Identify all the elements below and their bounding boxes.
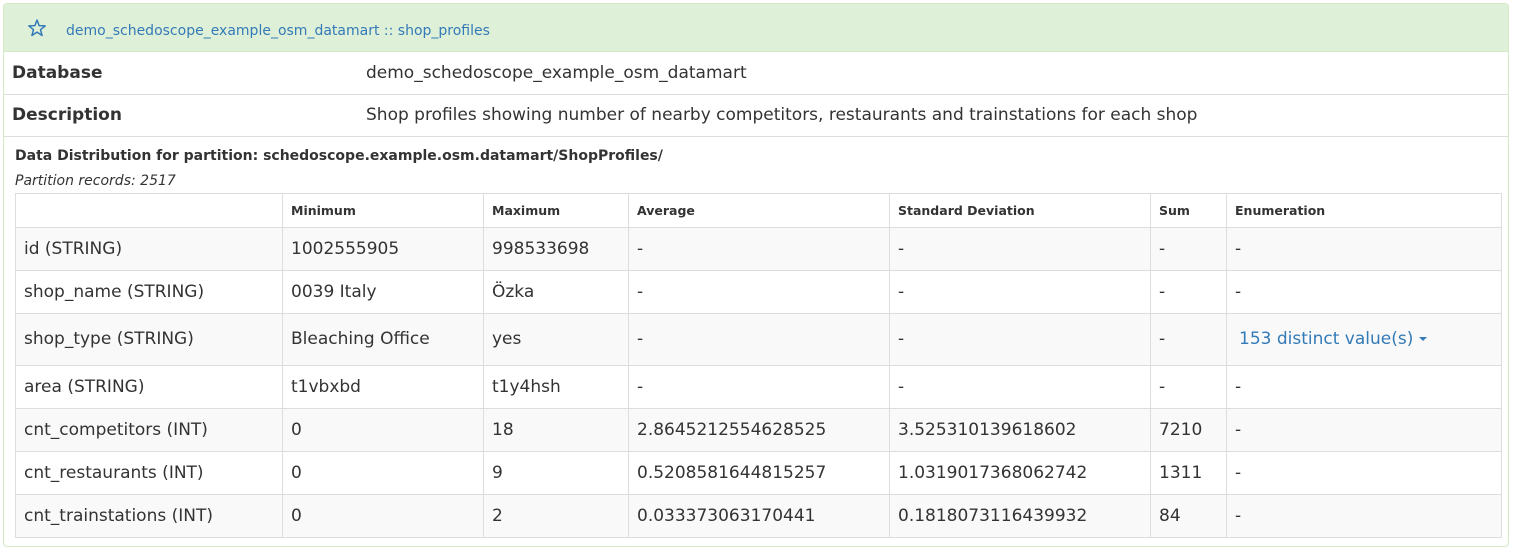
cell-field: shop_name (STRING) — [15, 269, 283, 314]
cell-sum: - — [1150, 364, 1227, 409]
description-label: Description — [4, 94, 366, 137]
cell-avg: 0.033373063170441 — [628, 493, 890, 538]
cell-enum: - — [1226, 226, 1502, 271]
column-header-minimum: Minimum — [282, 192, 484, 228]
cell-avg: - — [628, 312, 890, 366]
cell-field: cnt_restaurants (INT) — [15, 450, 283, 495]
cell-sum: - — [1150, 269, 1227, 314]
distribution-title: Data Distribution for partition: schedos… — [15, 147, 663, 164]
cell-enum: - — [1226, 269, 1502, 314]
cell-field: area (STRING) — [15, 364, 283, 409]
database-value: demo_schedoscope_example_osm_datamart — [366, 52, 1508, 95]
cell-enum: 153 distinct value(s) — [1226, 312, 1502, 366]
cell-std: 3.525310139618602 — [889, 407, 1151, 452]
cell-sum: - — [1150, 226, 1227, 271]
cell-field: cnt_competitors (INT) — [15, 407, 283, 452]
cell-max: Özka — [483, 269, 629, 314]
cell-max: 9 — [483, 450, 629, 495]
cell-min: 0039 Italy — [282, 269, 484, 314]
cell-min: 1002555905 — [282, 226, 484, 271]
cell-std: 0.1818073116439932 — [889, 493, 1151, 538]
caret-down-icon — [1419, 337, 1428, 341]
data-distribution: Data Distribution for partition: schedos… — [4, 147, 1508, 538]
database-label: Database — [4, 52, 366, 95]
cell-field: id (STRING) — [15, 226, 283, 271]
cell-sum: - — [1150, 312, 1227, 366]
column-header-average: Average — [628, 192, 890, 228]
cell-sum: 7210 — [1150, 407, 1227, 452]
table-panel: demo_schedoscope_example_osm_datamart ::… — [3, 3, 1509, 547]
distinct-values-dropdown[interactable]: 153 distinct value(s) — [1239, 329, 1428, 349]
cell-max: 2 — [483, 493, 629, 538]
cell-avg: 2.8645212554628525 — [628, 407, 890, 452]
cell-std: - — [889, 269, 1151, 314]
table-row: area (STRING) t1vbxbd t1y4hsh - - - - — [15, 364, 1502, 409]
table-row: shop_type (STRING) Bleaching Office yes … — [15, 312, 1502, 366]
table-row: cnt_restaurants (INT) 0 9 0.520858164481… — [15, 450, 1502, 495]
panel-heading: demo_schedoscope_example_osm_datamart ::… — [4, 4, 1508, 52]
cell-avg: - — [628, 226, 890, 271]
database-row: Database demo_schedoscope_example_osm_da… — [4, 52, 1508, 95]
cell-std: 1.0319017368062742 — [889, 450, 1151, 495]
table-row: cnt_competitors (INT) 0 18 2.86452125546… — [15, 407, 1502, 452]
cell-enum: - — [1226, 364, 1502, 409]
partition-records: Partition records: 2517 — [15, 172, 176, 189]
cell-enum: - — [1226, 450, 1502, 495]
cell-max: 18 — [483, 407, 629, 452]
star-icon[interactable] — [26, 17, 48, 39]
cell-field: shop_type (STRING) — [15, 312, 283, 366]
stats-header-row: Minimum Maximum Average Standard Deviati… — [15, 192, 1502, 228]
cell-std: - — [889, 364, 1151, 409]
table-info: Database demo_schedoscope_example_osm_da… — [4, 52, 1508, 137]
cell-avg: - — [628, 269, 890, 314]
cell-min: t1vbxbd — [282, 364, 484, 409]
distinct-values-label: 153 distinct value(s) — [1239, 329, 1414, 349]
cell-enum: - — [1226, 493, 1502, 538]
cell-max: yes — [483, 312, 629, 366]
description-value: Shop profiles showing number of nearby c… — [366, 94, 1508, 137]
cell-min: Bleaching Office — [282, 312, 484, 366]
cell-sum: 84 — [1150, 493, 1227, 538]
cell-avg: - — [628, 364, 890, 409]
table-row: shop_name (STRING) 0039 Italy Özka - - -… — [15, 269, 1502, 314]
cell-min: 0 — [282, 450, 484, 495]
cell-std: - — [889, 312, 1151, 366]
cell-avg: 0.5208581644815257 — [628, 450, 890, 495]
table-row: id (STRING) 1002555905 998533698 - - - - — [15, 226, 1502, 271]
column-header-enumeration: Enumeration — [1226, 192, 1502, 228]
cell-min: 0 — [282, 493, 484, 538]
cell-max: t1y4hsh — [483, 364, 629, 409]
column-header-std-dev: Standard Deviation — [889, 192, 1151, 228]
cell-sum: 1311 — [1150, 450, 1227, 495]
column-header-maximum: Maximum — [483, 192, 629, 228]
description-row: Description Shop profiles showing number… — [4, 94, 1508, 137]
cell-min: 0 — [282, 407, 484, 452]
cell-enum: - — [1226, 407, 1502, 452]
column-header-field — [15, 192, 283, 228]
cell-std: - — [889, 226, 1151, 271]
cell-max: 998533698 — [483, 226, 629, 271]
table-row: cnt_trainstations (INT) 0 2 0.0333730631… — [15, 493, 1502, 538]
stats-table: Minimum Maximum Average Standard Deviati… — [15, 192, 1502, 538]
table-title-link[interactable]: demo_schedoscope_example_osm_datamart ::… — [66, 23, 490, 39]
cell-field: cnt_trainstations (INT) — [15, 493, 283, 538]
column-header-sum: Sum — [1150, 192, 1227, 228]
